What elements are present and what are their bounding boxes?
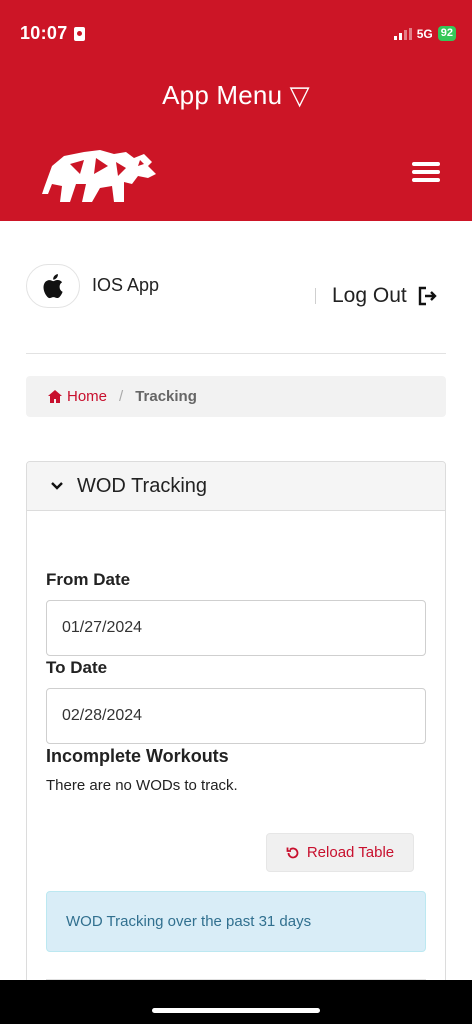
clock-text: 10:07 xyxy=(20,23,68,43)
from-date-input[interactable]: 01/27/2024 xyxy=(46,600,426,656)
ios-app-label[interactable]: IOS App xyxy=(92,275,159,296)
sim-card-icon xyxy=(73,26,85,41)
hamburger-menu-button[interactable] xyxy=(412,162,440,182)
reload-table-button[interactable]: Reload Table xyxy=(266,833,414,872)
status-time: 10:07 xyxy=(20,23,85,44)
logout-divider xyxy=(315,288,316,304)
breadcrumb-current: Tracking xyxy=(135,388,197,405)
breadcrumb: Home / Tracking xyxy=(26,376,446,417)
reload-table-label: Reload Table xyxy=(306,844,395,861)
network-type: 5G xyxy=(416,26,433,41)
ios-app-button[interactable] xyxy=(26,264,80,308)
refresh-icon xyxy=(286,847,299,858)
breadcrumb-separator: / xyxy=(119,388,124,405)
home-icon xyxy=(48,390,62,403)
to-date-label: To Date xyxy=(46,658,108,677)
panel-title: WOD Tracking xyxy=(77,474,208,497)
app-menu-toggle[interactable]: App Menu ▽ xyxy=(0,80,472,111)
empty-state-message: There are no WODs to track. xyxy=(46,777,238,794)
signal-strength-icon xyxy=(393,27,412,40)
tracking-info-alert: WOD Tracking over the past 31 days xyxy=(46,891,426,952)
section-divider xyxy=(26,353,446,354)
logout-label: Log Out xyxy=(332,284,407,307)
chevron-down-icon xyxy=(51,482,63,490)
logout-icon xyxy=(418,286,437,306)
to-date-input[interactable]: 02/28/2024 xyxy=(46,688,426,744)
breadcrumb-home-label: Home xyxy=(67,388,108,405)
incomplete-workouts-heading: Incomplete Workouts xyxy=(46,746,229,766)
logout-button[interactable]: Log Out xyxy=(332,284,437,308)
apple-icon xyxy=(43,274,63,299)
wod-tracking-header[interactable]: WOD Tracking xyxy=(27,462,445,511)
from-date-label: From Date xyxy=(46,570,131,589)
battery-icon: 92 xyxy=(437,26,456,41)
rhino-logo[interactable] xyxy=(40,144,158,204)
status-indicators: 5G 92 xyxy=(393,26,456,41)
breadcrumb-home-link[interactable]: Home xyxy=(48,388,107,405)
home-indicator[interactable] xyxy=(152,1008,320,1013)
home-bar-area xyxy=(0,980,472,1024)
app-header: 10:07 5G 92 App Menu ▽ xyxy=(0,0,472,221)
